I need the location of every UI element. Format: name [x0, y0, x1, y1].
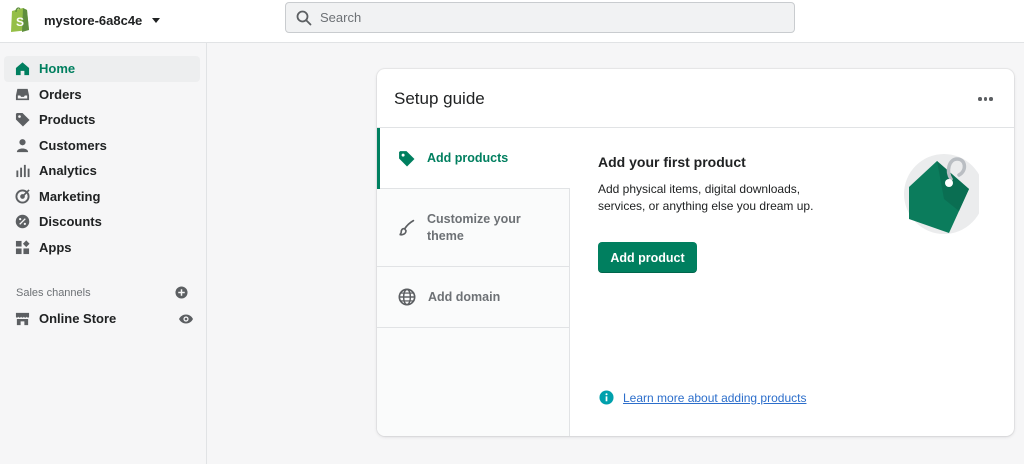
- tab-label: Customize your theme: [427, 211, 521, 243]
- tab-add-domain[interactable]: Add domain: [377, 267, 570, 328]
- sidebar-item-online-store[interactable]: Online Store: [4, 306, 194, 331]
- card-title: Setup guide: [394, 89, 485, 108]
- sidebar-nav: Home Orders Products Customers Analytics…: [4, 56, 200, 260]
- online-store-label: Online Store: [39, 311, 117, 326]
- home-icon: [15, 62, 30, 76]
- setup-tabs: Add products Customize your theme Add do…: [377, 128, 570, 436]
- sidebar-item-discounts[interactable]: Discounts: [4, 209, 200, 235]
- shopify-logo-icon[interactable]: S: [8, 5, 32, 33]
- learn-more: Learn more about adding products: [599, 390, 806, 405]
- sidebar-item-label: Products: [39, 112, 96, 128]
- sidebar-item-label: Discounts: [39, 214, 102, 230]
- tag-icon: [15, 113, 30, 127]
- store-name: mystore-6a8c4e: [44, 12, 143, 28]
- product-tag-illustration-icon: [904, 154, 979, 234]
- grid-icon: [15, 240, 30, 254]
- plus-circle-icon[interactable]: [175, 286, 188, 299]
- sidebar-item-customers[interactable]: Customers: [4, 133, 200, 159]
- sales-channels-label: Sales channels: [16, 286, 91, 299]
- tab-content: Add your first product Add physical item…: [598, 154, 858, 215]
- content-title: Add your first product: [598, 154, 746, 170]
- eye-icon[interactable]: [178, 313, 194, 325]
- sidebar-item-orders[interactable]: Orders: [4, 82, 200, 108]
- sidebar-item-label: Customers: [39, 137, 107, 153]
- sidebar-item-home[interactable]: Home: [4, 56, 200, 82]
- sidebar: Home Orders Products Customers Analytics…: [0, 43, 207, 464]
- top-bar: S mystore-6a8c4e: [0, 0, 1024, 43]
- sidebar-item-analytics[interactable]: Analytics: [4, 158, 200, 184]
- search-input[interactable]: [320, 10, 794, 25]
- sidebar-item-label: Apps: [39, 239, 72, 255]
- sidebar-item-apps[interactable]: Apps: [4, 235, 200, 261]
- info-icon: [599, 390, 614, 405]
- content-description: Add physical items, digital downloads, s…: [598, 182, 814, 213]
- tag-icon: [399, 150, 415, 166]
- sidebar-item-label: Orders: [39, 86, 82, 102]
- caret-down-icon: [152, 18, 161, 23]
- add-product-button[interactable]: Add product: [598, 242, 697, 273]
- sidebar-item-label: Marketing: [39, 188, 101, 204]
- inbox-icon: [15, 88, 30, 100]
- sidebar-item-products[interactable]: Products: [4, 107, 200, 133]
- store-switcher[interactable]: mystore-6a8c4e: [44, 10, 161, 30]
- sidebar-item-label: Analytics: [39, 163, 97, 179]
- store-icon: [15, 312, 30, 326]
- percent-icon: [15, 215, 30, 229]
- svg-text:S: S: [16, 15, 24, 29]
- tab-label: Add domain: [428, 289, 501, 304]
- learn-more-link[interactable]: Learn more about adding products: [623, 391, 806, 405]
- setup-guide-card: Setup guide Add products Customize your …: [377, 69, 1014, 436]
- sidebar-item-label: Home: [39, 61, 76, 77]
- sidebar-item-marketing[interactable]: Marketing: [4, 184, 200, 210]
- search-icon: [296, 10, 312, 25]
- card-header: Setup guide: [377, 69, 1014, 128]
- tab-customize-theme[interactable]: Customize your theme: [377, 189, 570, 267]
- tab-label: Add products: [427, 150, 509, 165]
- more-actions-icon[interactable]: [978, 91, 994, 107]
- person-icon: [16, 138, 29, 152]
- sales-channels-header: Sales channels: [16, 286, 188, 299]
- target-icon: [15, 189, 30, 204]
- bar-chart-icon: [16, 165, 30, 178]
- globe-icon: [398, 288, 416, 306]
- paintbrush-icon: [399, 219, 415, 236]
- tab-add-products[interactable]: Add products: [377, 128, 570, 189]
- search-bar[interactable]: [285, 2, 795, 33]
